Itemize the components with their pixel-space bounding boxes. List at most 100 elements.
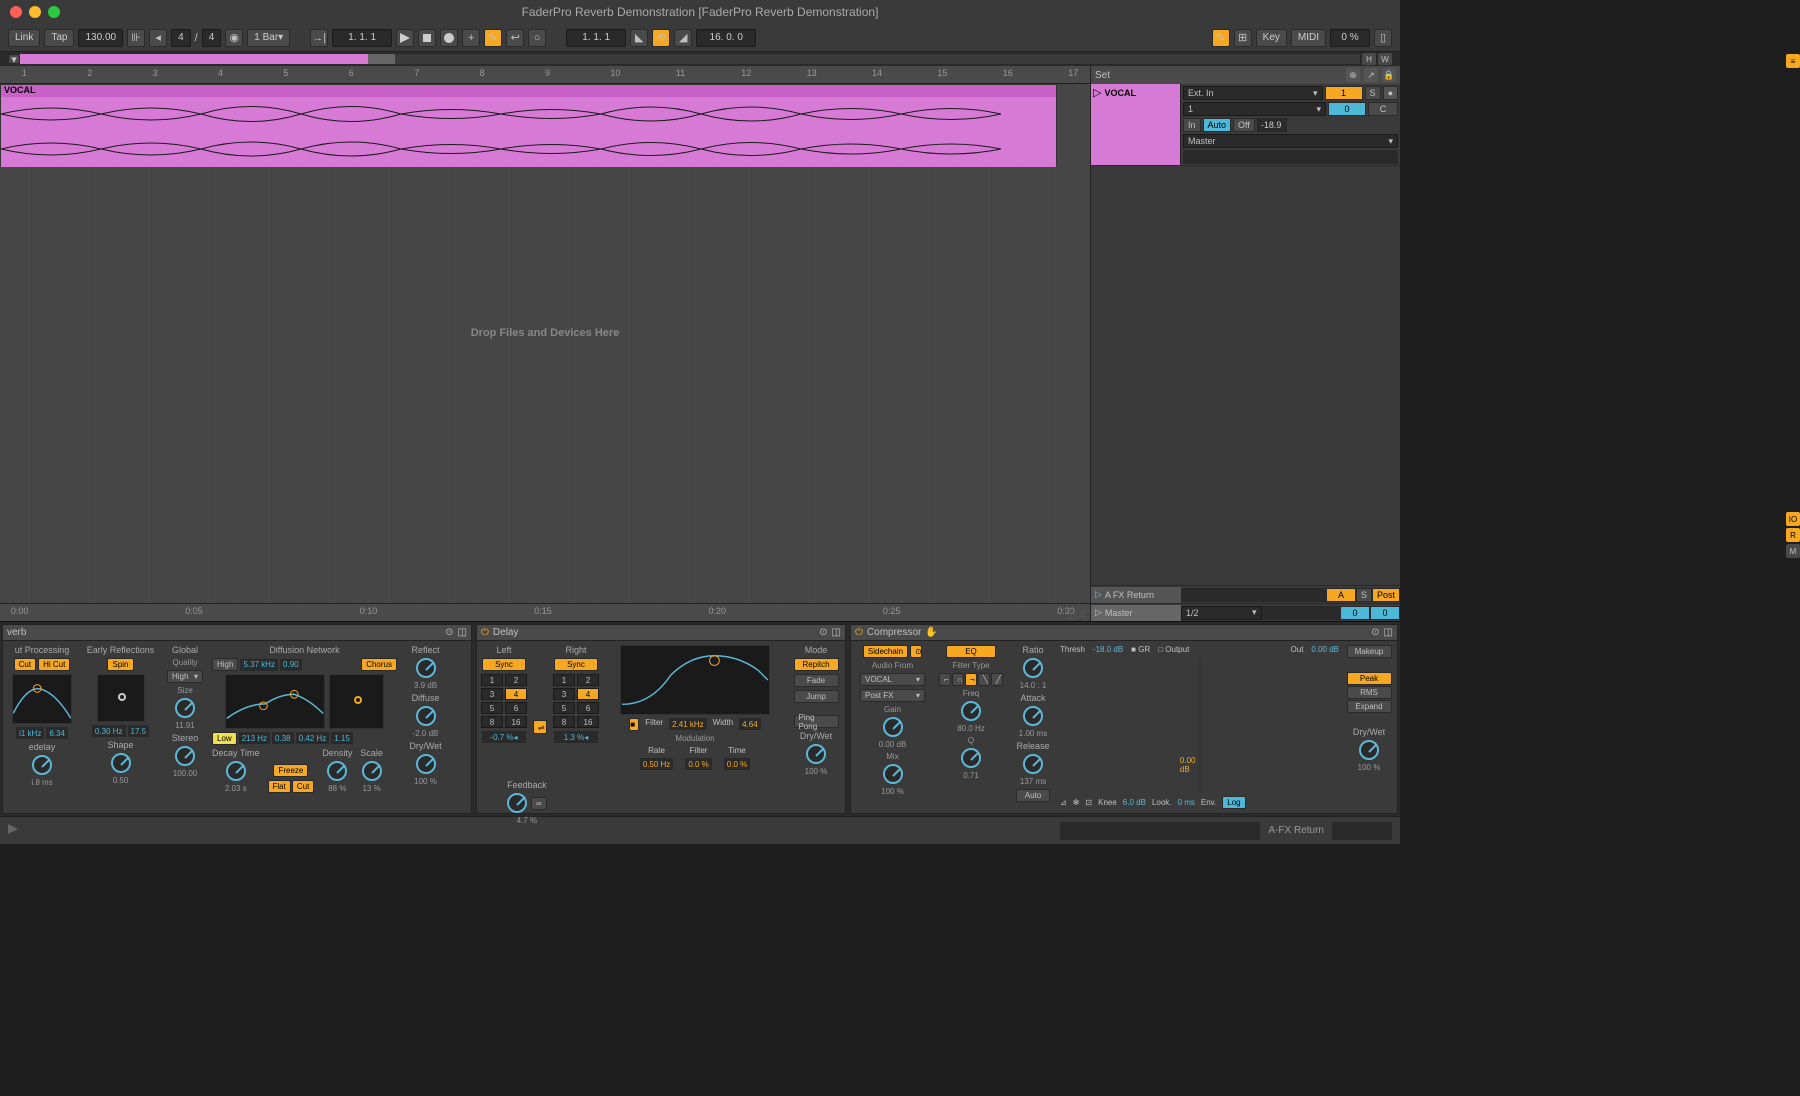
metronome-icon[interactable]: ⊪ [127, 29, 145, 47]
sc-source-dropdown[interactable]: VOCAL▾ [860, 673, 925, 686]
attack-knob[interactable] [1023, 706, 1043, 726]
sc-q-knob[interactable] [961, 748, 981, 768]
pingpong-button[interactable]: Ping Pong [794, 715, 839, 728]
cue-button[interactable]: C [1368, 102, 1398, 116]
right-offset[interactable]: 1.3 % ◂ [554, 731, 598, 743]
io-button[interactable]: IO [1786, 512, 1800, 526]
view-mode-1-icon[interactable]: ⊿ [1060, 798, 1067, 807]
tempo-value[interactable]: 130.00 [78, 29, 123, 47]
arm-button[interactable]: ● [1383, 86, 1398, 100]
midi-map-button[interactable]: MIDI [1291, 29, 1326, 47]
track-level[interactable]: -18.9 [1257, 118, 1287, 132]
spin-button[interactable]: Spin [107, 658, 133, 671]
link-channels-icon[interactable]: ⇌ [533, 720, 547, 734]
overview-track[interactable] [20, 54, 1360, 64]
capture-icon[interactable]: ○ [528, 29, 546, 47]
overview-w-button[interactable]: W [1378, 53, 1392, 65]
metronome-toggle-icon[interactable]: ◉ [225, 29, 243, 47]
device-save-icon[interactable]: ◫ [832, 627, 841, 638]
track-preview[interactable]: ▷ VOCAL [1091, 84, 1181, 165]
hicut-button[interactable]: Hi Cut [38, 658, 70, 671]
back-to-arrangement-icon[interactable]: ↗ [1364, 68, 1378, 82]
close-window-icon[interactable] [10, 6, 22, 18]
jump-button[interactable]: Jump [794, 690, 839, 703]
input-q[interactable]: 6.34 [46, 727, 68, 739]
monitor-auto-button[interactable]: Auto [1203, 118, 1232, 132]
input-type-dropdown[interactable]: Ext. In▾ [1183, 86, 1323, 100]
punch-out-icon[interactable]: ◢ [674, 29, 692, 47]
filter-lowshelf-icon[interactable]: ⌐ [939, 673, 951, 686]
stereo-knob[interactable] [175, 746, 195, 766]
sidechain-listen-icon[interactable]: ⊙ [910, 645, 922, 658]
return-solo[interactable]: S [1356, 588, 1372, 602]
view-mode-3-icon[interactable]: ⊡ [1085, 798, 1092, 807]
maximize-window-icon[interactable] [48, 6, 60, 18]
sig-denominator[interactable]: 4 [202, 29, 222, 47]
status-play-icon[interactable] [8, 824, 22, 838]
tap-button[interactable]: Tap [44, 29, 74, 47]
draw-mode-icon[interactable]: ✎ [1212, 29, 1230, 47]
makeup-button[interactable]: Makeup [1347, 645, 1392, 658]
arrangement-position[interactable]: 1. 1. 1 [332, 29, 392, 47]
dn-low-button[interactable]: Low [212, 732, 237, 745]
track-activator[interactable]: 1 [1325, 86, 1363, 100]
filter-enable[interactable]: ■ [629, 718, 639, 731]
locut-button[interactable]: Cut [14, 658, 36, 671]
left-offset[interactable]: -0.7 % ◂ [482, 731, 526, 743]
early-xy-pad[interactable] [97, 674, 145, 722]
cut-button[interactable]: Cut [292, 780, 314, 793]
return-a-name[interactable]: ▷ A FX Return [1091, 587, 1181, 603]
send-knob-a[interactable]: 0 [1328, 102, 1366, 116]
left-sync-button[interactable]: Sync [482, 658, 526, 671]
env-log-button[interactable]: Log [1222, 796, 1245, 809]
thresh-value[interactable]: -18.0 dB [1093, 645, 1123, 654]
time-ruler[interactable]: 0:00 0:05 0:10 0:15 0:20 0:25 0:30 1/4 [0, 603, 1090, 621]
chorus-xy-pad[interactable] [329, 674, 384, 729]
diffuse-knob[interactable] [416, 706, 436, 726]
comp-enable-icon[interactable]: ⏻ [855, 627, 863, 638]
input-filter-display[interactable] [12, 674, 72, 724]
device-save-icon[interactable]: ◫ [1384, 627, 1393, 638]
sidechain-button[interactable]: Sidechain [863, 645, 908, 658]
predelay-knob[interactable] [32, 755, 52, 775]
filter-lowpass-icon[interactable]: ╲ [978, 673, 990, 686]
return-play-icon[interactable]: ▷ [1095, 589, 1102, 600]
follow-icon[interactable]: →| [310, 29, 328, 47]
device-fold-icon[interactable]: ⊙ [819, 627, 827, 638]
filter-bell-icon[interactable]: ∩ [952, 673, 964, 686]
punch-in-icon[interactable]: ◣ [630, 29, 648, 47]
shape-knob[interactable] [111, 753, 131, 773]
overdub-icon[interactable]: + [462, 29, 480, 47]
size-knob[interactable] [175, 698, 195, 718]
peak-button[interactable]: Peak [1347, 672, 1392, 685]
device-fold-icon[interactable]: ⊙ [1371, 627, 1379, 638]
device-save-icon[interactable]: ◫ [458, 627, 467, 638]
reflect-knob[interactable] [416, 658, 436, 678]
repitch-button[interactable]: Repitch [794, 658, 839, 671]
return-activator[interactable]: A [1326, 588, 1356, 602]
dn-high-button[interactable]: High [212, 658, 238, 671]
r-button[interactable]: R [1786, 528, 1800, 542]
ratio-knob[interactable] [1023, 658, 1043, 678]
master-play-icon[interactable]: ▷ [1095, 607, 1102, 618]
expand-button[interactable]: Expand [1347, 700, 1392, 713]
bar-ruler[interactable]: 1 2 3 4 5 6 7 8 9 10 11 12 13 14 15 16 1… [0, 66, 1090, 84]
track-name[interactable]: VOCAL [1105, 88, 1137, 98]
auto-release-button[interactable]: Auto [1016, 789, 1050, 802]
audio-clip-vocal[interactable]: VOCAL [0, 84, 1057, 166]
master-send-1[interactable]: 0 [1340, 606, 1370, 620]
filter-highshelf-icon[interactable]: ¬ [965, 673, 977, 686]
fade-button[interactable]: Fade [794, 674, 839, 687]
sc-freq-knob[interactable] [961, 701, 981, 721]
chorus-button[interactable]: Chorus [361, 658, 397, 671]
sc-mix-knob[interactable] [883, 764, 903, 784]
delay-enable-icon[interactable]: ⏻ [481, 627, 489, 638]
output-dropdown[interactable]: Master▾ [1183, 134, 1398, 148]
early-rate[interactable]: 0.30 Hz [92, 725, 126, 737]
reenable-automation-icon[interactable]: ↩ [506, 29, 524, 47]
early-amt[interactable]: 17.5 [128, 725, 150, 737]
solo-button[interactable]: S [1365, 86, 1381, 100]
eq-button[interactable]: EQ [946, 645, 996, 658]
track-play-icon[interactable]: ▷ [1093, 87, 1101, 99]
filter-highpass-icon[interactable]: ╱ [991, 673, 1003, 686]
